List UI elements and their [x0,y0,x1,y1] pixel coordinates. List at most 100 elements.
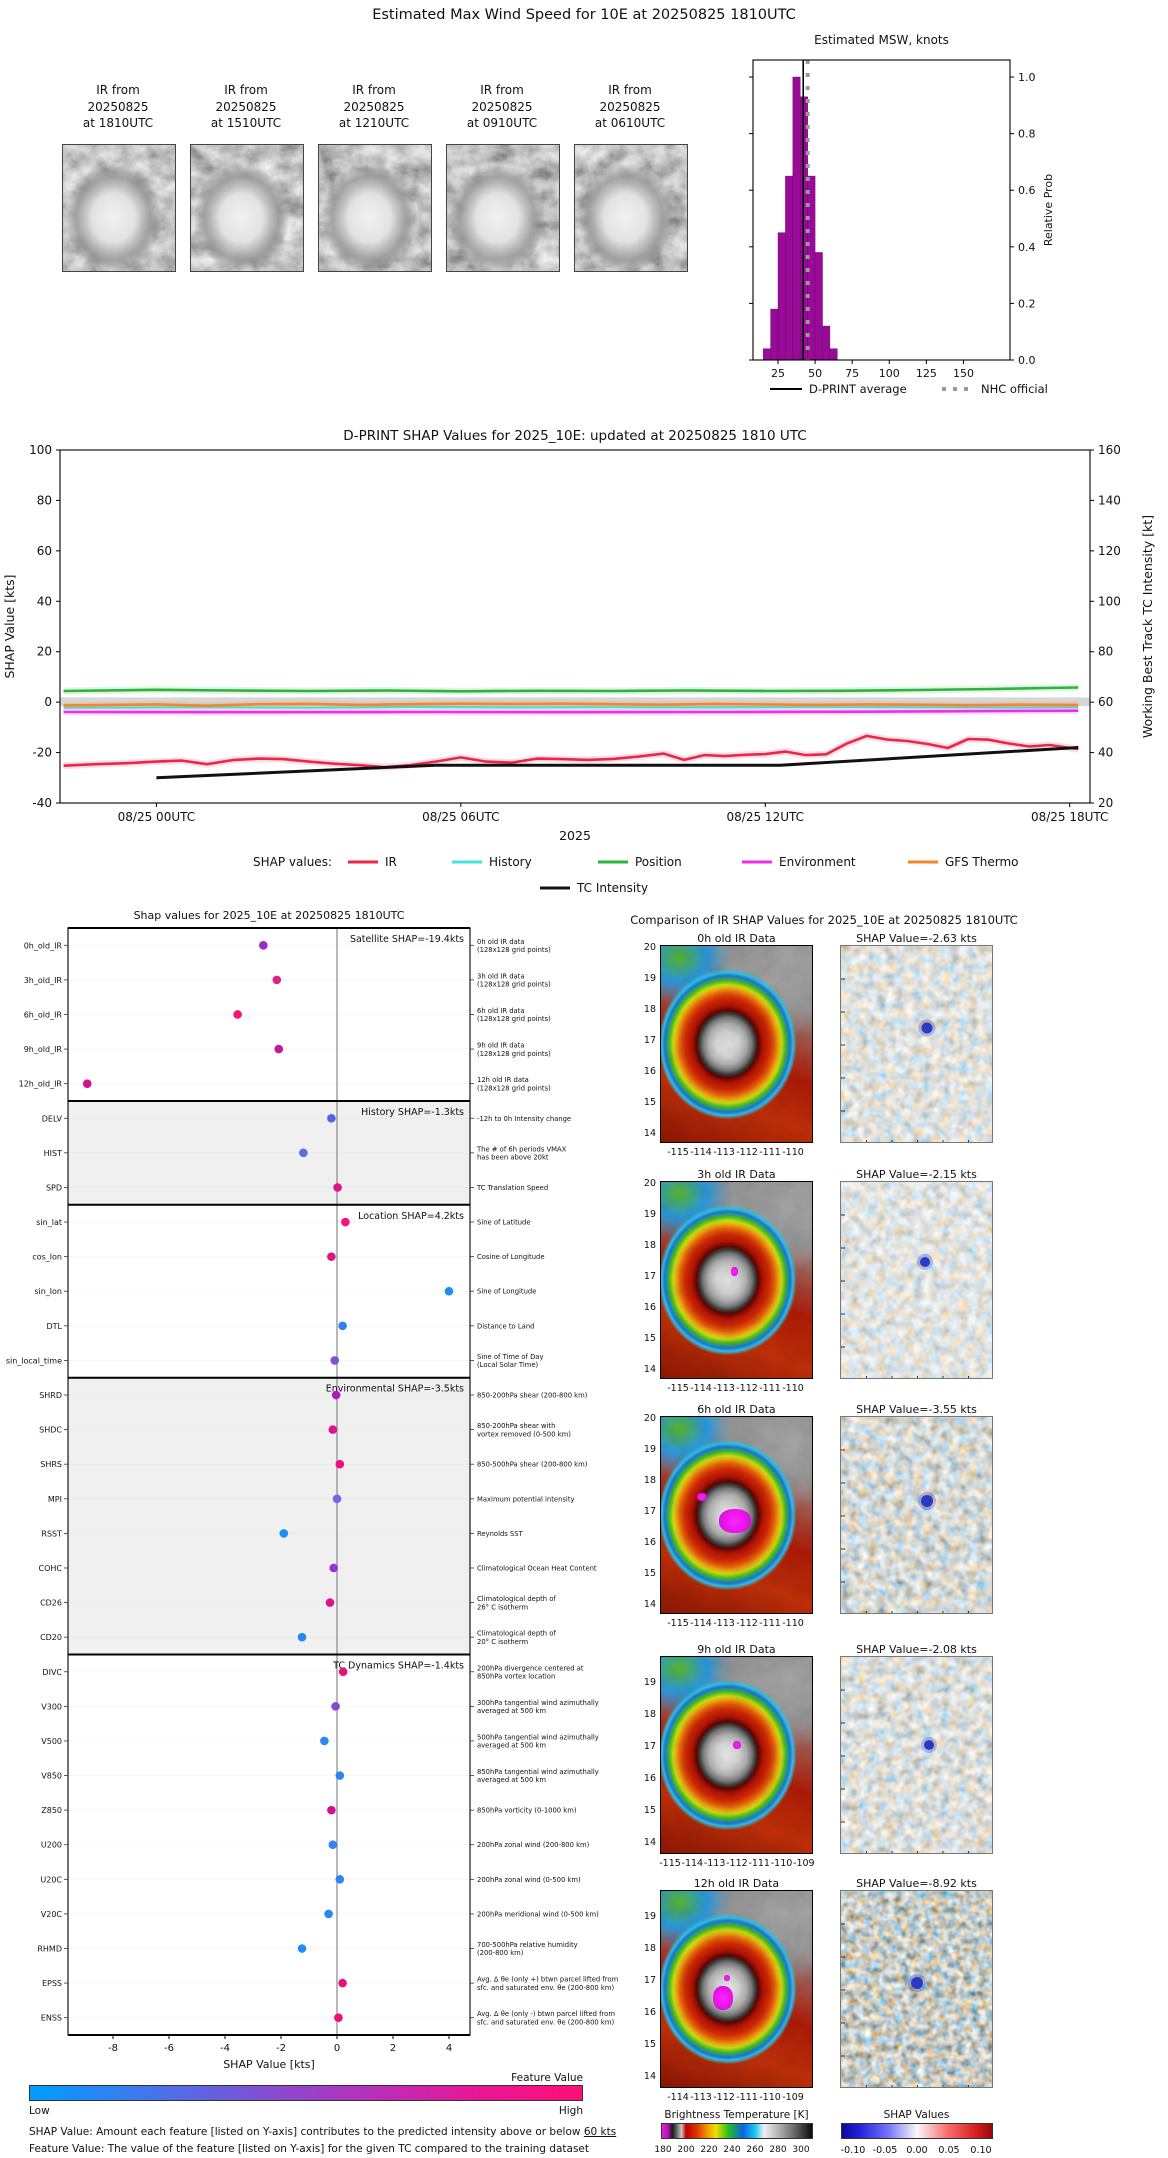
ir-thumbnail-caption: IR from 20250825 at 1210UTC [338,83,410,130]
x-tick-label: 50 [808,367,822,380]
feature-value-label: Feature Value [511,2072,583,2084]
shap-dotplot: Shap values for 2025_10E at 20250825 181… [6,909,619,2071]
y-tick-left: 20 [37,645,52,659]
histogram-bar [777,232,786,361]
feature-description: Maximum potential intensity [477,1495,575,1503]
feature-label: MPI [48,1495,62,1504]
shap-dot [338,1321,347,1331]
feature-description: 850hPa tangential wind azimuthally averag… [477,1768,599,1784]
histogram-bar [792,76,801,361]
feature-label: COHC [39,1564,63,1573]
histogram-bar [762,348,771,361]
feature-description: Reynolds SST [477,1530,524,1538]
ir-thumbnail-caption: IR from 20250825 at 0910UTC [466,83,538,130]
x-tick-label: 0 [334,2043,340,2054]
legend-label: Environment [779,855,856,869]
feature-label: 9h_old_IR [24,1045,63,1054]
section-shap-label: History SHAP=-1.3kts [361,1107,464,1118]
legend-label: NHC official [981,382,1048,396]
feature-label: cos_lon [32,1253,62,1262]
shap-dot [279,1529,289,1538]
shap-dot [82,1079,92,1088]
feature-label: V500 [41,1737,62,1746]
y-axis-label-left: SHAP Value [kts] [2,574,17,678]
feature-label: RSST [41,1529,62,1538]
y-tick-right: 40 [1098,746,1113,760]
legend-label: D-PRINT average [809,382,907,396]
shap-timeseries-chart: D-PRINT SHAP Values for 2025_10E: update… [2,428,1155,895]
shap-dot [328,1425,338,1434]
feature-label: sin_lon [34,1287,62,1296]
storm-center-marker [733,1741,741,1749]
y-tick-left: 40 [37,594,52,608]
shap-dot [329,1563,338,1573]
shap-hotspot [924,1740,934,1750]
x-tick-label: 150 [953,367,974,380]
note-text: SHAP Value: Amount each feature [listed … [29,2126,584,2138]
lon-tick-label: -110 [782,1383,804,1394]
ir-thumbnail-caption: IR from 20250825 at 0610UTC [594,83,666,130]
lon-tick-label: -109 [782,2092,804,2103]
colorbar-low-label: Low [29,2105,50,2117]
shap-tick-label: 0.05 [938,2145,960,2156]
feature-label: SPD [46,1183,62,1192]
feature-description: -12h to 0h Intensity change [477,1115,571,1123]
shap-colorbar-label: SHAP Values [883,2109,950,2121]
feature-description: Avg. Δ θe (only -) btwn parcel lifted fr… [477,2010,615,2026]
feature-description: Climatological depth of 26° C isotherm [477,1595,556,1611]
shap-hotspot [911,1977,923,1989]
feature-description: 12h old IR data (128x128 grid points) [477,1076,551,1092]
feature-label: 12h_old_IR [19,1080,63,1089]
shap-dot [297,1944,307,1953]
shap-map [840,1181,993,1379]
legend-label: Position [635,855,682,869]
section-shap-label: Location SHAP=4.2kts [358,1211,464,1222]
shap-dot [444,1286,454,1296]
x-tick-label: 08/25 00UTC [118,810,195,824]
ir-thumbnail-image [318,144,432,272]
ir-thumbnail-caption: IR from 20250825 at 1810UTC [82,83,154,130]
feature-label: DTL [46,1322,62,1331]
feature-value-colorbar [29,2085,583,2101]
feature-description: 3h old IR data (128x128 grid points) [477,972,551,988]
shap-dot [299,1148,308,1158]
shap-tick-label: 0.10 [970,2145,992,2156]
feature-description: 850-500hPa shear (200-800 km) [477,1461,588,1469]
x-tick-label: 08/25 18UTC [1031,810,1108,824]
ir-thumbnail-strip: IR from 20250825 at 1810UTC IR from 20250… [0,60,700,280]
feature-label: U200 [41,1841,62,1850]
y-tick-label: 1.0 [1018,71,1036,84]
y-tick-left: 0 [44,695,52,709]
feature-label: U20C [40,1875,62,1884]
feature-description: 200hPa zonal wind (0-500 km) [477,1876,581,1884]
shap-map [840,1890,993,2088]
feature-description: 200hPa divergence centered at 850hPa vort… [477,1664,584,1680]
feature-label: V300 [41,1702,62,1711]
histogram-bar [829,348,838,361]
feature-description: Sine of Longitude [477,1288,536,1296]
shap-dot [297,1632,307,1642]
y-tick-label: 0.6 [1018,184,1036,197]
x-tick-label: -2 [276,2043,286,2054]
feature-label: DELV [42,1114,63,1123]
shap-dot [335,1771,345,1780]
shap-dot [338,1667,348,1677]
shap-dot [328,1840,338,1850]
y-tick-right: 160 [1098,443,1121,457]
feature-description: The # of 6h periods VMAX has been above 2… [476,1145,567,1161]
shap-map [840,1416,993,1614]
feature-label: RHMD [37,1945,62,1954]
legend-label: IR [385,855,397,869]
shap-tick-label: 0.00 [906,2145,928,2156]
feature-label: SHRS [40,1460,62,1469]
section-shade [68,1377,470,1655]
feature-label: CD26 [40,1599,62,1608]
ir-thumbnail-image [190,144,304,272]
feature-description: Climatological depth of 20° C isotherm [477,1630,556,1646]
feature-description: Sine of Time of Day (Local Solar Time) [477,1353,544,1369]
shap-dot [341,1217,350,1227]
ir-thumbnail-image [574,144,688,272]
axes-frame [59,449,1091,804]
shap-dot [333,1183,342,1192]
dotplot-title: Shap values for 2025_10E at 20250825 181… [134,909,405,922]
